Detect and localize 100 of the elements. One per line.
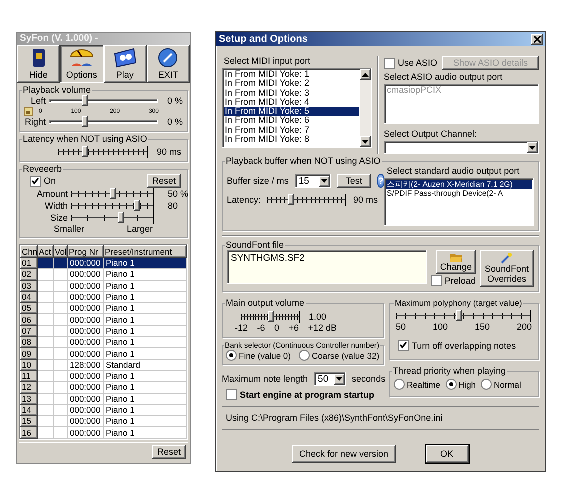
row-header[interactable]: 15 [20, 416, 38, 427]
lock-icon[interactable] [24, 107, 33, 116]
checkbox[interactable] [430, 275, 442, 286]
row-header[interactable]: 11 [20, 370, 38, 382]
toolbar-button[interactable]: Hide [17, 45, 60, 83]
toolbar-button[interactable]: Options [60, 45, 104, 83]
radio-button[interactable] [446, 379, 457, 390]
slider-thumb[interactable] [82, 95, 88, 106]
toolbar-button[interactable]: EXIT [146, 45, 190, 83]
slider-thumb[interactable] [134, 200, 140, 211]
output-channel-dropdown[interactable] [384, 141, 539, 154]
list-item[interactable]: In From MIDI Yoke: 2 [224, 79, 359, 89]
radio-button[interactable] [394, 379, 405, 390]
slider-thumb[interactable] [82, 146, 88, 157]
list-item[interactable]: In From MIDI Yoke: 5 [224, 107, 359, 116]
slider-thumb[interactable] [82, 116, 88, 127]
slider-thumb[interactable] [268, 311, 274, 322]
row-header[interactable]: 03 [20, 280, 38, 292]
table-cell: 000:000 [68, 280, 104, 292]
row-header[interactable]: 06 [20, 314, 38, 326]
midi-port-list[interactable]: In From MIDI Yoke: 1 In From MIDI Yoke: 2 In From MIDI Yoke: 3 In From MIDI Yoke: 4 In From MIDI Yoke: 5 In From MIDI Yoke: 6 In From MIDI Yoke: 7 In From MIDI Yoke: 8 [222, 68, 372, 148]
row-header[interactable]: 14 [20, 404, 38, 416]
scroll-down-button[interactable] [360, 136, 371, 147]
table-cell: Piano 1 [104, 336, 186, 348]
ok-button[interactable]: OK [426, 445, 469, 463]
list-item[interactable]: In From MIDI Yoke: 4 [224, 98, 359, 108]
checkbox-label: Turn off overlapping notes [412, 340, 516, 350]
row-header[interactable]: 08 [20, 336, 38, 348]
checkbox[interactable] [384, 58, 395, 68]
list-item[interactable]: In From MIDI Yoke: 7 [224, 126, 359, 136]
table-cell: 000:000 [68, 404, 104, 416]
scrollbar[interactable] [360, 69, 371, 147]
checkbox[interactable] [226, 389, 237, 400]
list-item[interactable]: In From MIDI Yoke: 6 [224, 116, 359, 126]
reset-button[interactable]: Reset [147, 174, 181, 188]
slider-reading: 90 ms [157, 147, 183, 157]
folder-icon [450, 252, 462, 262]
row-header[interactable]: 02 [20, 268, 38, 280]
row-header[interactable]: 13 [20, 393, 38, 404]
column-header[interactable]: Vol [54, 246, 68, 258]
window-title: SyFon (V. 1.000) - [17, 33, 190, 45]
list-label: Select ASIO audio output port [384, 72, 504, 82]
radio-button[interactable] [298, 350, 310, 361]
checkbox-label: Start engine at program startup [240, 390, 375, 400]
table-cell: Piano 1 [104, 258, 186, 269]
buffer-size-dropdown[interactable]: 15 [294, 174, 331, 188]
table-cell: Piano 1 [104, 291, 186, 303]
field-label: Select Output Channel: [384, 129, 478, 139]
slider-thumb[interactable] [118, 212, 124, 223]
row-header[interactable]: 07 [20, 325, 38, 337]
test-button[interactable]: Test [336, 174, 372, 188]
group-label: Playback volume [22, 85, 92, 95]
row-header[interactable]: 12 [20, 382, 38, 394]
slider-label: Left [30, 96, 46, 106]
scale-label: 150 [474, 322, 490, 332]
group-label: Latency when NOT using ASIO [22, 134, 148, 144]
slider-thumb[interactable] [288, 194, 294, 205]
radio-button[interactable] [481, 379, 492, 390]
group-label: Reveeerb [22, 164, 64, 174]
down-arrow-icon [362, 140, 369, 144]
group-label: Thread priority when playing [392, 366, 508, 376]
note-length-dropdown[interactable]: 50 [314, 372, 346, 386]
row-header[interactable]: 09 [20, 348, 38, 360]
list-item[interactable]: In From MIDI Yoke: 3 [224, 88, 359, 98]
reset-button[interactable]: Reset [152, 444, 186, 459]
column-header[interactable]: Preset/Instrument [104, 246, 186, 258]
scroll-up-button[interactable] [360, 69, 371, 80]
change-button[interactable]: Change [436, 250, 476, 274]
slider-thumb[interactable] [110, 188, 116, 199]
slider-thumb[interactable] [456, 310, 462, 321]
table-cell: Piano 1 [104, 348, 186, 360]
phone-icon [32, 48, 46, 68]
go-sign-icon [112, 48, 138, 68]
column-header[interactable]: Prog Nr [68, 246, 104, 258]
table-cell: 000:000 [68, 291, 104, 303]
toolbar-button[interactable]: Play [104, 45, 147, 83]
check-version-button[interactable]: Check for new version [292, 445, 396, 463]
column-header[interactable]: Act [38, 246, 54, 258]
checkbox-label: On [44, 176, 56, 186]
table-cell: 000:000 [68, 393, 104, 404]
list-label: Select MIDI input port [223, 56, 312, 66]
radio-button[interactable] [226, 350, 237, 361]
row-header[interactable]: 16 [20, 426, 38, 438]
radio-label: High [458, 380, 476, 390]
soundfont-file-field[interactable]: SYNTHGMS.SF2 [227, 250, 427, 284]
row-header[interactable]: 10 [20, 359, 38, 370]
table-cell: 128:000 [68, 359, 104, 370]
checkbox[interactable] [398, 340, 409, 351]
row-header[interactable]: 05 [20, 302, 38, 314]
gauges-icon [68, 48, 95, 68]
list-item[interactable]: In From MIDI Yoke: 8 [224, 135, 359, 144]
row-header[interactable]: 01 [20, 258, 38, 269]
close-button[interactable] [531, 34, 543, 44]
row-header[interactable]: 04 [20, 291, 38, 303]
soundfont-overrides-button[interactable]: SoundFont Overrides [480, 250, 534, 287]
checkbox[interactable] [30, 176, 41, 186]
table-cell: Piano 1 [104, 268, 186, 280]
list-item[interactable]: In From MIDI Yoke: 1 [224, 70, 359, 80]
wand-icon [500, 253, 513, 264]
radio-label: Coarse (value 32) [312, 350, 380, 360]
